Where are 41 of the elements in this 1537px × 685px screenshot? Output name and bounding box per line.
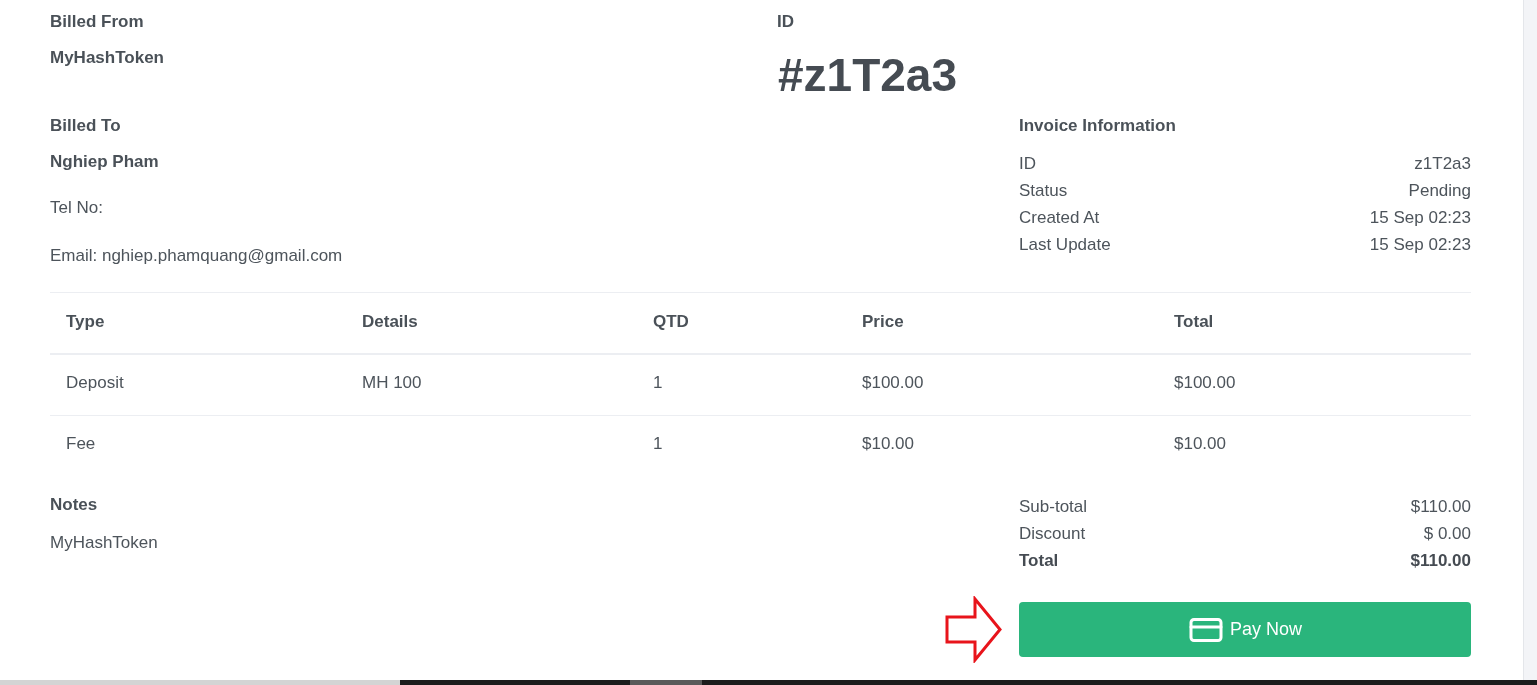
info-value: 15 Sep 02:23 — [1369, 207, 1471, 229]
total-label: Sub-total — [1019, 496, 1088, 518]
table-cell: MH 100 — [362, 373, 422, 392]
info-label: Created At — [1019, 207, 1100, 229]
table-cell: $10.00 — [862, 434, 914, 453]
invoice-id: #z1T2a3 — [778, 49, 957, 101]
table-cell: Deposit — [66, 373, 124, 392]
table-cell: $100.00 — [862, 373, 924, 392]
id-label: ID — [777, 11, 794, 33]
contact-line: Tel No: — [50, 197, 103, 219]
total-label: Discount — [1019, 523, 1086, 545]
info-label: Last Update — [1019, 234, 1111, 256]
info-label: ID — [1019, 153, 1036, 175]
billed-from-heading: Billed From — [50, 11, 144, 33]
column-header: Total — [1158, 293, 1471, 354]
notes-text: MyHashToken — [50, 532, 158, 554]
table-cell: 1 — [653, 373, 663, 392]
table-cell: $10.00 — [1174, 434, 1226, 453]
total-value: $110.00 — [1410, 550, 1471, 572]
info-label: Status — [1019, 180, 1068, 202]
invoice-information-heading: Invoice Information — [1019, 115, 1177, 137]
column-header: QTD — [637, 293, 846, 354]
table-cell: Fee — [66, 434, 96, 453]
customer-name: Nghiep Pham — [50, 151, 159, 173]
pay-now-button[interactable]: Pay Now — [1019, 602, 1471, 657]
total-label: Total — [1019, 550, 1059, 572]
contact-line: Email: nghiep.phamquang@gmail.com — [50, 245, 343, 267]
info-value: z1T2a3 — [1414, 153, 1471, 175]
info-value: 15 Sep 02:23 — [1369, 234, 1471, 256]
notes-heading: Notes — [50, 494, 98, 516]
sender-name: MyHashToken — [50, 47, 164, 69]
billed-to-heading: Billed To — [50, 115, 121, 137]
column-header: Details — [346, 293, 637, 354]
table-cell: 1 — [653, 434, 663, 453]
column-header: Type — [50, 293, 346, 354]
right-arrow-icon — [945, 596, 1003, 663]
total-value: $ 0.00 — [1423, 523, 1471, 545]
table-cell: $100.00 — [1174, 373, 1236, 392]
column-header: Price — [846, 293, 1158, 354]
total-value: $110.00 — [1410, 496, 1471, 518]
info-value: Pending — [1408, 180, 1471, 202]
